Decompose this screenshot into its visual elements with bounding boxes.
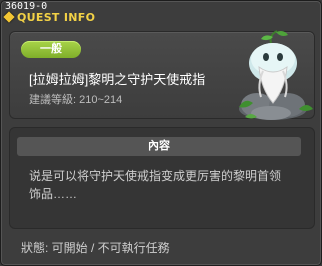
description-header: 內容 — [17, 137, 301, 156]
quest-info-window: 36019-0 QUEST INFO 一般 [拉姆拉姆]黎明之守护天使戒指 建議… — [0, 0, 322, 266]
spirit-npc-icon — [229, 29, 315, 121]
quest-category-badge: 一般 — [21, 41, 81, 58]
window-title: QUEST INFO — [17, 10, 96, 24]
window-title-bar[interactable]: QUEST INFO — [3, 10, 123, 24]
quest-level-range: 建議等級: 210~214 — [29, 94, 123, 106]
quest-status-text: 狀態: 可開始 / 不可執行任務 — [21, 241, 170, 255]
quest-name: [拉姆拉姆]黎明之守护天使戒指 — [29, 72, 206, 87]
diamond-icon — [3, 11, 15, 23]
description-text: 说是可以将守护天使戒指变成更厉害的黎明首领饰品…… — [29, 169, 282, 201]
